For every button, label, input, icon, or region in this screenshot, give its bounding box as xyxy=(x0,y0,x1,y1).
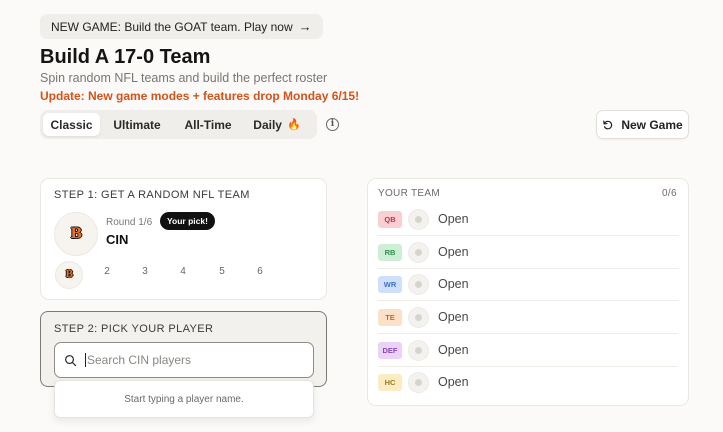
empty-slot-icon xyxy=(408,273,429,295)
new-game-label: New Game xyxy=(621,117,683,132)
roster-slot-hc[interactable]: HC Open xyxy=(378,366,678,398)
roster-slot-te[interactable]: TE Open xyxy=(378,301,678,333)
info-icon[interactable]: i xyxy=(326,118,339,131)
roster-slot-rb[interactable]: RB Open xyxy=(378,236,678,268)
empty-slot-icon xyxy=(408,371,429,393)
slot-status: Open xyxy=(438,310,469,324)
text-caret xyxy=(85,353,86,367)
step2-label: STEP 2: PICK YOUR PLAYER xyxy=(54,323,214,335)
position-badge: WR xyxy=(378,275,402,293)
round-number: 3 xyxy=(142,266,148,277)
player-search-box[interactable] xyxy=(54,342,314,378)
roster-slot-def[interactable]: DEF Open xyxy=(378,334,678,366)
tab-label: Classic xyxy=(50,117,93,132)
round-indicator: Round 1/6 xyxy=(106,217,153,228)
promo-banner-text: NEW GAME: Build the GOAT team. Play now xyxy=(51,19,293,34)
round-number: 4 xyxy=(180,266,186,277)
tab-label: Daily xyxy=(253,117,282,132)
flame-icon: 🔥 xyxy=(286,119,301,131)
tab-daily[interactable]: Daily 🔥 xyxy=(242,113,312,136)
your-pick-badge: Your pick! xyxy=(160,212,215,230)
game-mode-tabs: Classic Ultimate All-Time Daily 🔥 xyxy=(40,110,317,139)
position-badge: DEF xyxy=(378,341,402,359)
roster-slot-qb[interactable]: QB Open xyxy=(378,203,678,235)
empty-slot-icon xyxy=(408,339,429,361)
empty-slot-icon xyxy=(408,208,429,230)
round-number: 6 xyxy=(257,266,263,277)
step1-label: STEP 1: GET A RANDOM NFL TEAM xyxy=(54,189,250,201)
position-badge: HC xyxy=(378,373,402,391)
page-title: Build A 17-0 Team xyxy=(40,46,211,68)
roster-slot-wr[interactable]: WR Open xyxy=(378,268,678,300)
page-subtitle: Spin random NFL teams and build the perf… xyxy=(40,71,328,85)
team-logo: B xyxy=(54,212,98,256)
slot-status: Open xyxy=(438,343,469,357)
slot-status: Open xyxy=(438,212,469,226)
tab-label: Ultimate xyxy=(113,117,161,132)
promo-banner[interactable]: NEW GAME: Build the GOAT team. Play now … xyxy=(40,14,323,39)
round-number: 5 xyxy=(219,266,225,277)
bengals-logo-icon: B xyxy=(70,226,82,242)
tab-ultimate[interactable]: Ultimate xyxy=(100,113,174,136)
tab-label: All-Time xyxy=(184,117,232,132)
slot-status: Open xyxy=(438,375,469,389)
slot-status: Open xyxy=(438,277,469,291)
new-game-button[interactable]: New Game xyxy=(596,110,689,139)
team-code: CIN xyxy=(106,232,129,247)
position-badge: TE xyxy=(378,308,402,326)
empty-slot-icon xyxy=(408,306,429,328)
refresh-icon xyxy=(603,120,613,129)
search-hint-dropdown: Start typing a player name. xyxy=(54,380,314,418)
tab-all-time[interactable]: All-Time xyxy=(174,113,242,136)
tab-classic[interactable]: Classic xyxy=(43,113,100,136)
bengals-logo-icon: B xyxy=(65,270,73,280)
position-badge: RB xyxy=(378,243,402,261)
team-count: 0/6 xyxy=(662,188,677,199)
empty-slot-icon xyxy=(408,241,429,263)
slot-status: Open xyxy=(438,245,469,259)
arrow-right-icon: → xyxy=(298,19,312,34)
player-search-input[interactable] xyxy=(87,353,307,367)
update-notice: Update: New game modes + features drop M… xyxy=(40,89,360,103)
round-1-logo: B xyxy=(55,261,83,289)
position-badge: QB xyxy=(378,210,402,228)
your-team-title: YOUR TEAM xyxy=(378,188,440,199)
search-icon xyxy=(64,354,77,366)
round-number: 2 xyxy=(104,266,110,277)
